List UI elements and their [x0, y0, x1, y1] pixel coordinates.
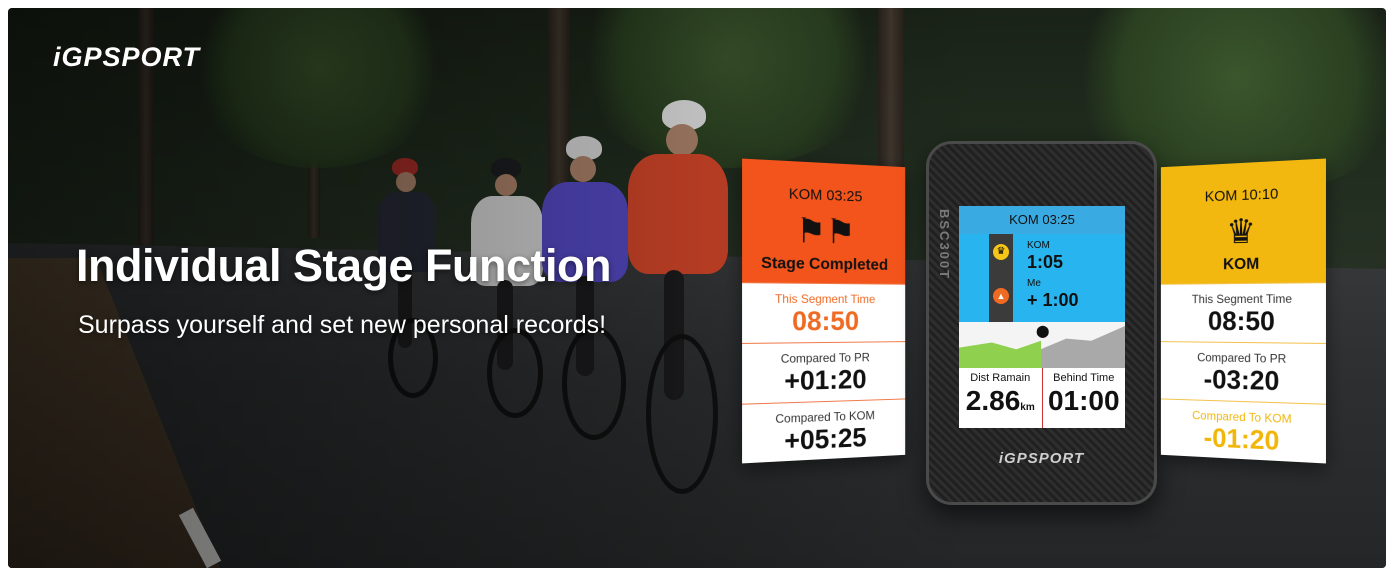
elevation-remaining — [1041, 326, 1125, 368]
location-pin-icon: ⬤ — [1036, 324, 1050, 338]
stat-row: This Segment Time 08:50 — [742, 282, 906, 343]
behind-time-cell: Behind Time 01:00 — [1043, 368, 1126, 428]
stat-value: -01:20 — [1203, 422, 1280, 456]
card-header: KOM 03:25 ⚑⚑ Stage Completed — [742, 158, 906, 284]
kom-value: 1:05 — [1027, 252, 1064, 272]
card-status: Stage Completed — [761, 254, 889, 274]
stat-value: -03:20 — [1203, 364, 1280, 397]
kom-label: KOM — [1027, 240, 1050, 251]
behind-time-label: Behind Time — [1053, 372, 1115, 384]
distance-remaining-cell: Dist Ramain 2.86km — [959, 368, 1043, 428]
crown-icon: ♛ — [1226, 212, 1256, 252]
stat-row: Compared To KOM +05:25 — [742, 398, 906, 464]
stat-label: Compared To PR — [780, 350, 870, 366]
brand-logo: iGPSPORT — [53, 42, 201, 72]
stat-value: +01:20 — [784, 364, 867, 397]
elevation-completed — [959, 340, 1041, 368]
screen-stats: Dist Ramain 2.86km Behind Time 01:00 — [959, 368, 1125, 428]
stage-completed-card: KOM 03:25 ⚑⚑ Stage Completed This Segmen… — [742, 158, 906, 464]
device-brand: iGPSPORT — [998, 450, 1085, 467]
stat-row: Compared To PR +01:20 — [742, 341, 906, 404]
stat-value: 08:50 — [792, 305, 860, 337]
kom-card: KOM 10:10 ♛ KOM This Segment Time 08:50 … — [1160, 158, 1326, 464]
hero-banner: iGPSPORT Individual Stage Function Surpa… — [8, 8, 1386, 568]
page-title: Individual Stage Function — [76, 240, 612, 291]
device-side-brand: BSC300T — [937, 209, 952, 281]
page-subtitle: Surpass yourself and set new personal re… — [78, 311, 607, 339]
distance-label: Dist Ramain — [970, 372, 1031, 384]
stat-value: +05:25 — [784, 422, 867, 457]
me-label: Me — [1027, 278, 1041, 289]
behind-time-value: 01:00 — [1047, 385, 1120, 416]
stat-row: Compared To KOM -01:20 — [1160, 398, 1326, 464]
distance-value: 2.86 — [965, 385, 1021, 416]
bike-computer-device: BSC300T KOM 03:25 ♛ ▲ KOM 1:05 Me + 1:00… — [926, 141, 1157, 505]
elevation-profile: ⬤ — [959, 322, 1125, 368]
screen-header: KOM 03:25 — [959, 206, 1125, 234]
device-screen: KOM 03:25 ♛ ▲ KOM 1:05 Me + 1:00 ⬤ Dist … — [959, 206, 1125, 428]
card-status: KOM — [1222, 255, 1260, 274]
segment-progress-panel: ♛ ▲ KOM 1:05 Me + 1:00 — [959, 234, 1125, 322]
stat-value: 08:50 — [1207, 305, 1275, 337]
stat-row: This Segment Time 08:50 — [1160, 282, 1326, 343]
rider-marker-icon: ▲ — [993, 288, 1009, 304]
card-header-title: KOM 10:10 — [1204, 185, 1279, 206]
card-header-title: KOM 03:25 — [788, 185, 863, 206]
stat-row: Compared To PR -03:20 — [1160, 341, 1326, 404]
crown-icon: ♛ — [993, 244, 1009, 260]
distance-unit: km — [1020, 402, 1035, 413]
card-header: KOM 10:10 ♛ KOM — [1160, 158, 1326, 284]
stat-label: This Segment Time — [1191, 291, 1293, 307]
stat-label: This Segment Time — [774, 291, 876, 307]
me-value: + 1:00 — [1027, 290, 1079, 310]
checkered-flags-icon: ⚑⚑ — [796, 211, 856, 252]
